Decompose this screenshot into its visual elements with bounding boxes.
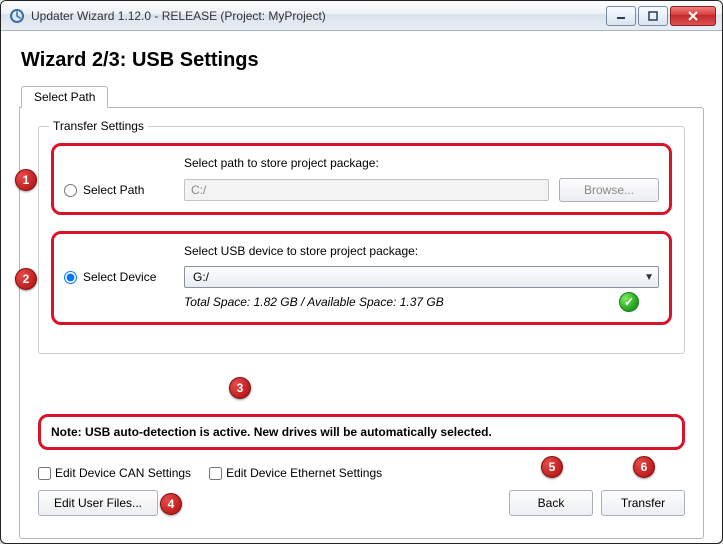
tabstrip: Select Path — [21, 86, 704, 108]
annotation-badge-2: 2 — [15, 268, 37, 290]
select-path-radio-label[interactable]: Select Path — [64, 183, 174, 197]
device-combo[interactable]: G:/ ▼ — [184, 266, 659, 288]
select-path-radio[interactable] — [64, 184, 77, 197]
edit-user-files-button[interactable]: Edit User Files... — [38, 490, 158, 516]
window: Updater Wizard 1.12.0 - RELEASE (Project… — [0, 0, 723, 544]
close-button[interactable] — [670, 6, 716, 26]
select-path-group: Select path to store project package: Se… — [51, 143, 672, 215]
annotation-badge-1: 1 — [15, 169, 37, 191]
note-text: Note: USB auto-detection is active. New … — [51, 425, 492, 439]
chevron-down-icon: ▼ — [644, 272, 654, 283]
edit-can-checkbox-label[interactable]: Edit Device CAN Settings — [38, 466, 191, 480]
edit-can-checkbox[interactable] — [38, 467, 51, 480]
annotation-badge-3: 3 — [229, 377, 251, 399]
select-device-group: Select USB device to store project packa… — [51, 231, 672, 325]
note-box: Note: USB auto-detection is active. New … — [38, 414, 685, 450]
device-space-info: Total Space: 1.82 GB / Available Space: … — [184, 295, 609, 309]
window-title: Updater Wizard 1.12.0 - RELEASE (Project… — [31, 9, 604, 23]
path-input[interactable] — [184, 179, 549, 201]
edit-eth-checkbox[interactable] — [209, 467, 222, 480]
back-button[interactable]: Back — [509, 490, 593, 516]
annotation-badge-5: 5 — [541, 456, 563, 478]
transfer-settings-fieldset: Transfer Settings Select path to store p… — [38, 126, 685, 354]
tab-select-path[interactable]: Select Path — [21, 86, 108, 108]
select-device-radio-label[interactable]: Select Device — [64, 270, 174, 284]
fieldset-legend: Transfer Settings — [49, 119, 148, 133]
content: Wizard 2/3: USB Settings Select Path Tra… — [1, 31, 722, 544]
browse-button[interactable]: Browse... — [559, 178, 659, 202]
annotation-badge-4: 4 — [160, 493, 182, 515]
transfer-button[interactable]: Transfer — [601, 490, 685, 516]
bottom-button-row: Edit User Files... Back Transfer — [38, 490, 685, 516]
tabpane: Transfer Settings Select path to store p… — [19, 107, 704, 539]
titlebar: Updater Wizard 1.12.0 - RELEASE (Project… — [1, 1, 722, 31]
minimize-button[interactable] — [606, 6, 636, 26]
annotation-badge-6: 6 — [633, 456, 655, 478]
device-combo-value: G:/ — [193, 270, 209, 284]
maximize-button[interactable] — [638, 6, 668, 26]
bottom-checkbox-row: Edit Device CAN Settings Edit Device Eth… — [38, 466, 685, 480]
page-heading: Wizard 2/3: USB Settings — [21, 49, 704, 72]
app-icon — [9, 8, 25, 24]
select-device-radio[interactable] — [64, 271, 77, 284]
check-ok-icon: ✓ — [619, 292, 639, 312]
select-path-prompt: Select path to store project package: — [184, 156, 659, 170]
edit-eth-checkbox-label[interactable]: Edit Device Ethernet Settings — [209, 466, 382, 480]
select-device-prompt: Select USB device to store project packa… — [184, 244, 659, 258]
